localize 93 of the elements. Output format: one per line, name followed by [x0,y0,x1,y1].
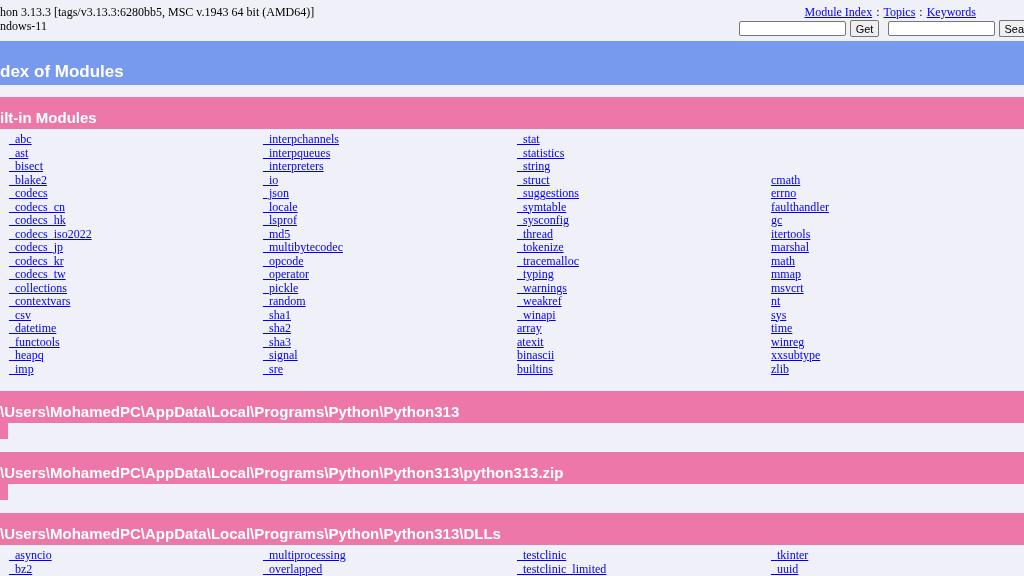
module-link[interactable]: _collections [9,281,67,295]
module-link[interactable]: _sha1 [263,308,291,322]
module-link[interactable]: _operator [263,268,309,282]
module-link[interactable]: _overlapped [263,562,323,576]
module-link[interactable]: _csv [9,308,31,322]
module-link[interactable]: _tkinter [771,549,809,563]
nav-link[interactable]: Topics [883,5,916,19]
module-link[interactable]: zlib [771,362,789,376]
module-link[interactable]: _winapi [517,308,556,322]
module-link[interactable]: _interpqueues [263,146,331,160]
module-link[interactable]: _abc [9,133,32,147]
module-link[interactable]: _pickle [263,281,299,295]
module-link[interactable]: _imp [9,362,34,376]
module-link[interactable]: _tracemalloc [517,254,579,268]
module-link[interactable]: array [517,322,542,336]
module-link[interactable]: _blake2 [9,173,47,187]
nav-link[interactable]: Module Index [804,5,873,19]
separator-text: : [876,5,880,19]
module-link[interactable]: _heapq [9,349,44,363]
module-link[interactable]: faulthandler [771,200,829,214]
search-field[interactable] [888,21,996,36]
module-link[interactable]: _locale [263,200,298,214]
module-link[interactable]: _ast [9,146,29,160]
module-link[interactable]: time [771,322,793,336]
module-link[interactable]: _opcode [263,254,304,268]
module-link[interactable]: _json [263,187,289,201]
module-link[interactable]: sys [771,308,787,322]
module-link[interactable]: _interpchannels [263,133,339,147]
module-link[interactable]: _uuid [771,562,799,576]
module-link[interactable]: atexit [517,335,544,349]
module-link[interactable]: _struct [517,173,550,187]
module-link[interactable]: itertools [771,227,811,241]
nav-link[interactable]: Keywords [926,5,976,19]
module-link[interactable]: _codecs_tw [9,268,66,282]
module-link[interactable]: _string [517,160,551,174]
module-link[interactable]: _codecs_iso2022 [9,227,92,241]
module-link[interactable]: gc [771,214,783,228]
module-link[interactable]: _bz2 [9,562,33,576]
platform-text: ndows-11 [0,19,47,33]
module-link[interactable]: _typing [517,268,554,282]
module-link[interactable]: _warnings [517,281,567,295]
module-link[interactable]: _sha3 [263,335,291,349]
section-heading: \Users\MohamedPC\AppData\Local\Programs\Python\Python313 [0,403,460,420]
module-link[interactable]: _sre [263,362,283,376]
module-link[interactable]: cmath [771,173,801,187]
module-link[interactable]: _lsprof [263,214,297,228]
module-link[interactable]: _datetime [9,322,57,336]
get-button[interactable]: Get [849,20,880,37]
module-link[interactable]: _codecs_hk [9,214,66,228]
module-link[interactable]: _contextvars [9,295,71,309]
module-link[interactable]: xxsubtype [771,349,821,363]
module-link[interactable]: mmap [771,268,801,282]
module-link[interactable]: _bisect [9,160,43,174]
module-link[interactable]: _testclinic [517,549,567,563]
module-link[interactable]: _testclinic_limited [517,562,607,576]
module-link[interactable]: _random [263,295,306,309]
module-link[interactable]: _interpreters [263,160,324,174]
module-link[interactable]: _codecs_jp [9,241,63,255]
module-link[interactable]: marshal [771,241,809,255]
module-link[interactable]: builtins [517,362,553,376]
section-heading: \Users\MohamedPC\AppData\Local\Programs\Python\Python313\DLLs [0,525,501,542]
get-field[interactable] [738,21,846,36]
module-link[interactable]: binascii [517,349,555,363]
module-link[interactable]: _io [263,173,279,187]
module-link[interactable]: math [771,254,795,268]
module-link[interactable]: _multibytecodec [263,241,343,255]
module-link[interactable]: msvcrt [771,281,804,295]
module-link[interactable]: winreg [771,335,805,349]
module-link[interactable]: _codecs [9,187,48,201]
module-link[interactable]: _statistics [517,146,565,160]
module-link[interactable]: _codecs_cn [9,200,65,214]
module-link[interactable]: errno [771,187,797,201]
search-button[interactable]: Sea [999,20,1024,37]
module-link[interactable]: _weakref [517,295,562,309]
module-link[interactable]: _functools [9,335,60,349]
module-link[interactable]: _tokenize [517,241,564,255]
module-link[interactable]: _multiprocessing [263,549,346,563]
module-link[interactable]: nt [771,295,781,309]
page-title: dex of Modules [0,62,124,82]
module-link[interactable]: _asyncio [9,549,52,563]
module-link[interactable]: _md5 [263,227,291,241]
module-link[interactable]: _symtable [517,200,567,214]
separator-text: : [919,5,923,19]
module-link[interactable]: _stat [517,133,540,147]
module-link[interactable]: _codecs_kr [9,254,64,268]
section-heading: ilt-in Modules [0,109,97,126]
module-link[interactable]: _thread [517,227,553,241]
module-link[interactable]: _sha2 [263,322,291,336]
module-link[interactable]: _signal [263,349,298,363]
version-text: hon 3.13.3 [tags/v3.13.3:6280bb5, MSC v.1943 64 bit (AMD64)] [0,5,315,19]
section-heading: \Users\MohamedPC\AppData\Local\Programs\Python\Python313\python313.zip [0,464,564,481]
module-link[interactable]: _suggestions [517,187,579,201]
module-link[interactable]: _sysconfig [517,214,569,228]
